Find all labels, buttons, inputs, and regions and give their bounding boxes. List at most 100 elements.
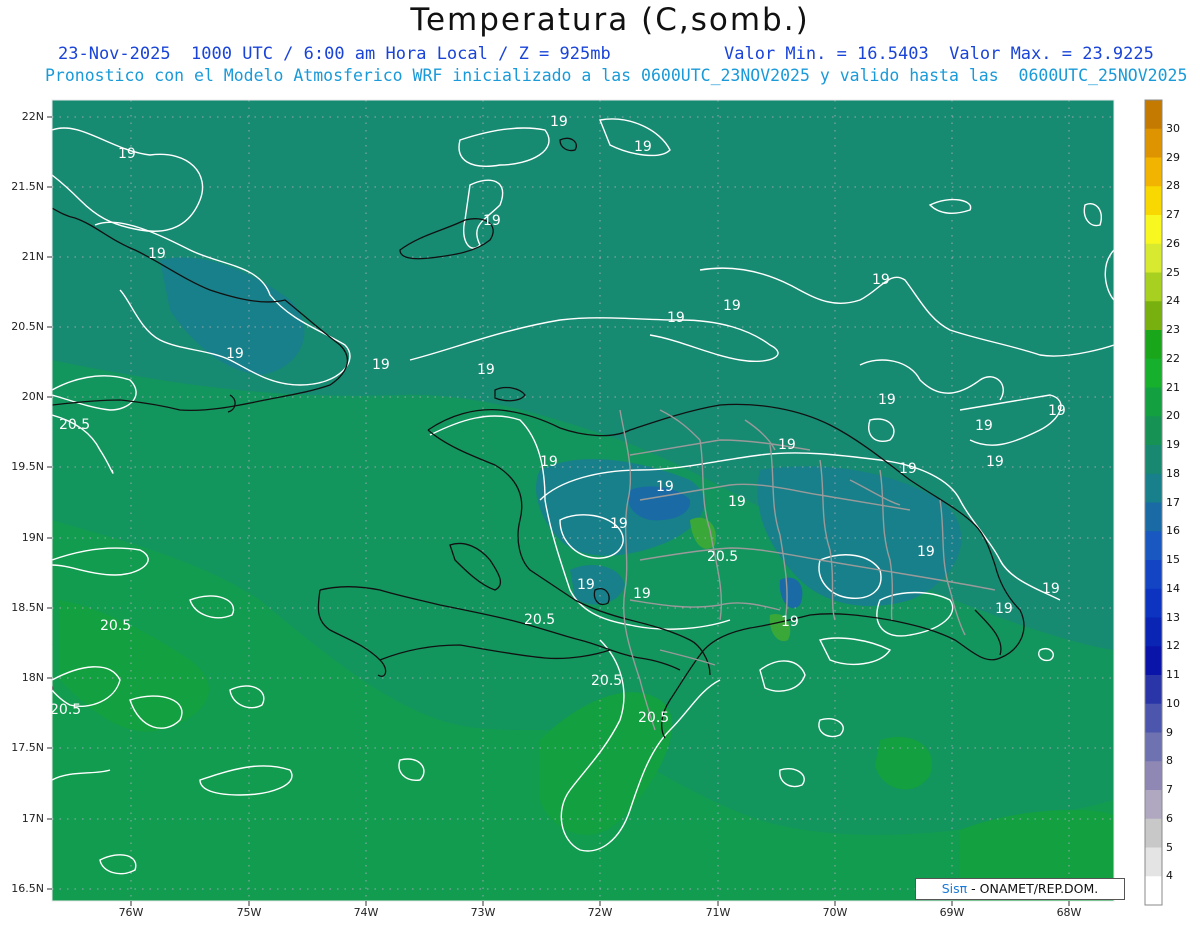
contour-label: 19 [540, 454, 558, 470]
colorbar-label: 30 [1166, 121, 1180, 135]
colorbar-label: 21 [1166, 380, 1180, 394]
colorbar-swatch [1145, 790, 1162, 820]
colorbar-label: 10 [1166, 696, 1180, 710]
colorbar-swatch [1145, 416, 1162, 446]
colorbar-swatch [1145, 387, 1162, 417]
lon-label: 76W [118, 906, 144, 919]
colorbar-swatch [1145, 157, 1162, 187]
colorbar-swatch [1145, 358, 1162, 388]
temperature-map: 19 19 19 19 19 19 19 19 19 19 19 19 19 1… [47, 99, 1163, 906]
colorbar-label: 13 [1166, 610, 1180, 624]
colorbar-swatch [1145, 703, 1162, 733]
colorbar-swatch [1145, 847, 1162, 877]
contour-label: 19 [667, 310, 685, 326]
lat-label: 22N [21, 110, 44, 123]
contour-label: 19 [372, 357, 390, 373]
colorbar-label: 9 [1166, 725, 1173, 739]
colorbar-swatch [1145, 646, 1162, 676]
colorbar-label: 8 [1166, 754, 1173, 768]
lon-label: 71W [705, 906, 731, 919]
lat-label: 17N [21, 812, 44, 825]
svg-text:19: 19 [781, 614, 799, 630]
colorbar-swatch [1145, 186, 1162, 216]
contour-label: 19 [899, 461, 917, 477]
colorbar-label: 17 [1166, 495, 1180, 509]
contour-label: 19 [656, 479, 674, 495]
credit-brand: Sisπ [941, 881, 968, 896]
colorbar-label: 18 [1166, 466, 1180, 480]
colorbar-swatch [1145, 617, 1162, 647]
colorbar-swatch [1145, 531, 1162, 561]
colorbar-swatch [1145, 761, 1162, 791]
contour-label: 20.5 [100, 618, 131, 634]
contour-label: 19 [148, 246, 166, 262]
colorbar-label: 15 [1166, 553, 1180, 566]
colorbar-label: 23 [1166, 323, 1180, 336]
colorbar-label: 19 [1166, 438, 1180, 451]
svg-text:19: 19 [995, 601, 1013, 617]
contour-label: 19 [550, 114, 568, 130]
lat-label: 20N [21, 390, 44, 403]
colorbar-swatch [1145, 301, 1162, 331]
lat-label: 18N [21, 671, 44, 684]
lat-label: 19.5N [11, 460, 44, 473]
colorbar-swatch [1145, 818, 1162, 848]
colorbar-swatch [1145, 243, 1162, 273]
colorbar-label: 29 [1166, 150, 1180, 164]
colorbar-label: 7 [1166, 783, 1173, 796]
contour-label: 19 [634, 139, 652, 155]
contour-label: 19 [1048, 403, 1066, 419]
contour-label: 19 [118, 146, 136, 162]
lon-label: 69W [939, 906, 965, 919]
contour-label: 19 [778, 437, 796, 453]
colorbar-swatch [1145, 330, 1162, 360]
contour-label: 20.5 [638, 710, 669, 726]
contour-label: 19 [986, 454, 1004, 470]
contour-label: 19 [577, 577, 595, 593]
lat-label: 19N [21, 531, 44, 544]
contour-label: 19 [872, 272, 890, 288]
colorbar-label: 4 [1166, 869, 1173, 883]
colorbar-swatch [1145, 732, 1162, 762]
lon-label: 68W [1056, 906, 1082, 919]
colorbar-swatch [1145, 473, 1162, 503]
credit-text: - ONAMET/REP.DOM. [971, 881, 1099, 896]
colorbar-label: 27 [1166, 208, 1180, 221]
colorbar-swatch [1145, 560, 1162, 590]
contour-label: 20.5 [707, 549, 738, 565]
contour-label: 19 [975, 418, 993, 434]
contour-label: 19 [723, 298, 741, 314]
credit-box: Sisπ - ONAMET/REP.DOM. [915, 878, 1125, 900]
colorbar-label: 26 [1166, 236, 1180, 250]
lon-label: 72W [587, 906, 613, 919]
colorbar-label: 20 [1166, 409, 1180, 423]
contour-label: 19 [483, 213, 501, 229]
colorbar-swatch [1145, 675, 1162, 705]
colorbar-label: 16 [1166, 524, 1180, 538]
svg-text:19: 19 [633, 586, 651, 602]
colorbar-label: 11 [1166, 668, 1180, 681]
colorbar-swatch [1145, 215, 1162, 245]
lat-label: 21N [21, 250, 44, 263]
lat-label: 21.5N [11, 180, 44, 193]
colorbar-label: 5 [1166, 840, 1173, 854]
colorbar-swatch [1145, 502, 1162, 532]
colorbar-swatch [1145, 588, 1162, 618]
colorbar [1144, 99, 1163, 906]
contour-label: 19 [477, 362, 495, 378]
contour-label: 19 [610, 516, 628, 532]
colorbar-label: 24 [1166, 294, 1180, 308]
lon-label: 70W [822, 906, 848, 919]
lat-label: 16.5N [11, 882, 44, 895]
colorbar-label: 6 [1166, 811, 1173, 825]
colorbar-label: 22 [1166, 351, 1180, 365]
colorbar-label: 28 [1166, 179, 1180, 193]
colorbar-swatch [1145, 876, 1162, 906]
lat-label: 18.5N [11, 601, 44, 614]
colorbar-swatch [1145, 272, 1162, 302]
lat-label: 17.5N [11, 741, 44, 754]
svg-text:20.5: 20.5 [50, 702, 81, 718]
contour-label: 19 [226, 346, 244, 362]
colorbar-label: 25 [1166, 265, 1180, 279]
colorbar-swatch [1145, 100, 1162, 130]
